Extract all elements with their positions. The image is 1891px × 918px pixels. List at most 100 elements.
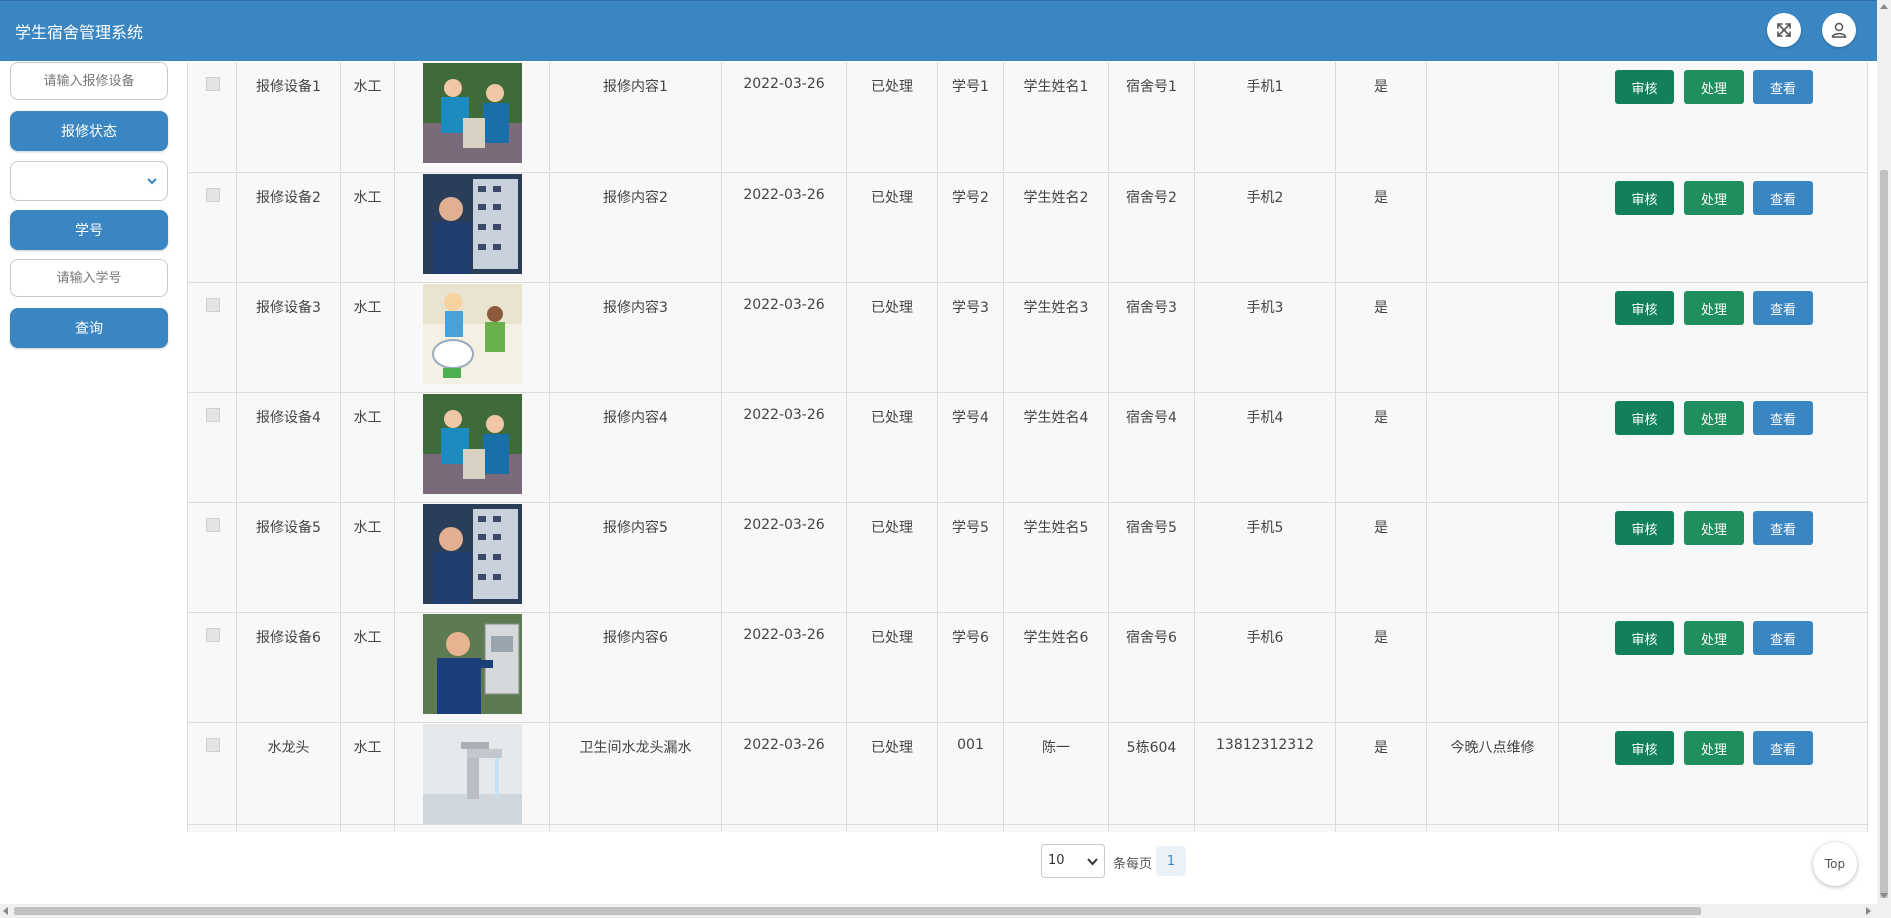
audit-button[interactable]: 审核 — [1615, 70, 1674, 104]
actions-cell: 审核 处理 查看 — [1559, 173, 1868, 282]
row-checkbox[interactable] — [206, 518, 220, 532]
wall-box-repair-photo[interactable] — [423, 614, 522, 714]
horizontal-scrollbar[interactable] — [0, 904, 1877, 918]
content-text: 卫生间水龙头漏水 — [579, 740, 692, 756]
horizontal-scroll-thumb[interactable] — [14, 907, 1701, 915]
student-no-input[interactable] — [10, 259, 168, 297]
worker-outdoor-photo[interactable] — [423, 394, 522, 494]
process-button[interactable]: 处理 — [1684, 621, 1744, 655]
audit-button[interactable]: 审核 — [1615, 181, 1674, 215]
process-button[interactable]: 处理 — [1684, 511, 1744, 545]
date-text: 2022-03-26 — [743, 517, 825, 533]
flag-cell: 是 — [1336, 393, 1427, 502]
scroll-down-icon[interactable] — [1880, 893, 1888, 898]
note-cell: 今晚八点维修 — [1427, 723, 1559, 832]
student-no-cell: 学号1 — [938, 62, 1004, 171]
row-checkbox[interactable] — [206, 408, 220, 422]
status-cell: 已处理 — [847, 723, 938, 832]
content-cell: 报修内容2 — [550, 173, 722, 282]
student-name-cell: 学生姓名5 — [1004, 503, 1109, 612]
process-button[interactable]: 处理 — [1684, 731, 1744, 765]
audit-button[interactable]: 审核 — [1615, 621, 1674, 655]
user-button[interactable] — [1822, 13, 1856, 47]
process-button[interactable]: 处理 — [1684, 70, 1744, 104]
view-button[interactable]: 查看 — [1753, 511, 1813, 545]
student-name-cell: 学生姓名4 — [1004, 393, 1109, 502]
equipment-cell: 报修设备6 — [237, 613, 341, 722]
row-checkbox[interactable] — [206, 188, 220, 202]
phone-cell: 手机1 — [1195, 62, 1336, 171]
audit-button[interactable]: 审核 — [1615, 401, 1674, 435]
equipment-cell: 报修设备3 — [237, 283, 341, 392]
status-text: 已处理 — [871, 190, 913, 206]
page-number-button[interactable]: 1 — [1156, 846, 1186, 876]
scroll-right-icon[interactable] — [1866, 907, 1871, 915]
electric-panel-photo[interactable] — [423, 504, 522, 604]
student-name-text: 学生姓名6 — [1023, 630, 1089, 646]
view-button[interactable]: 查看 — [1753, 70, 1813, 104]
repair-type-cell: 水工 — [341, 613, 395, 722]
student-no-cell: 学号4 — [938, 393, 1004, 502]
app-header: 学生宿舍管理系统 — [0, 0, 1877, 61]
student-no-cell: 学号2 — [938, 173, 1004, 282]
fullscreen-button[interactable] — [1767, 13, 1801, 47]
content-cell: 报修内容4 — [550, 393, 722, 502]
phone-text: 手机5 — [1246, 520, 1284, 536]
actions-cell: 审核 处理 查看 — [1559, 62, 1868, 171]
status-text: 已处理 — [871, 79, 913, 95]
status-text: 已处理 — [871, 410, 913, 426]
repair-type-cell: 水工 — [341, 62, 395, 171]
row-checkbox[interactable] — [206, 738, 220, 752]
electric-panel-photo[interactable] — [423, 174, 522, 274]
vertical-scrollbar[interactable] — [1877, 0, 1891, 918]
date-cell: 2022-03-26 — [722, 283, 847, 392]
audit-button[interactable]: 审核 — [1615, 511, 1674, 545]
view-button[interactable]: 查看 — [1753, 181, 1813, 215]
phone-cell: 手机3 — [1195, 283, 1336, 392]
audit-button[interactable]: 审核 — [1615, 291, 1674, 325]
scroll-up-icon[interactable] — [1880, 4, 1888, 9]
repair-type-cell: 水工 — [341, 393, 395, 502]
audit-button[interactable]: 审核 — [1615, 731, 1674, 765]
actions-cell: 审核 处理 查看 — [1559, 283, 1868, 392]
vertical-scroll-thumb[interactable] — [1880, 170, 1888, 898]
table-row: 水龙头 水工 卫生间水龙头漏水 2022-03-26 已处理 001 陈一 5栋604 1381… — [187, 722, 1868, 832]
image-cell — [395, 613, 550, 722]
equipment-cell: 报修设备2 — [237, 173, 341, 282]
row-checkbox[interactable] — [206, 77, 220, 91]
image-cell — [395, 503, 550, 612]
table-row: 报修设备3 水工 报修内容3 2022-03-26 已处理 学号3 学生姓名3 宿舍号3 手机3… — [187, 282, 1868, 392]
repair-type-text: 水工 — [353, 79, 382, 95]
row-checkbox[interactable] — [206, 298, 220, 312]
actions-cell: 审核 处理 查看 — [1559, 393, 1868, 502]
table-row: 报修设备1 水工 报修内容1 2022-03-26 已处理 学号1 学生姓名1 宿舍号1 手机1… — [187, 62, 1868, 171]
student-name-text: 学生姓名3 — [1023, 300, 1089, 316]
dorm-text: 宿舍号1 — [1126, 79, 1177, 95]
process-button[interactable]: 处理 — [1684, 401, 1744, 435]
worker-outdoor-photo[interactable] — [423, 63, 522, 163]
equipment-search-input[interactable] — [10, 62, 168, 100]
search-button[interactable]: 查询 — [10, 308, 168, 348]
equipment-cell: 水龙头 — [237, 723, 341, 832]
view-button[interactable]: 查看 — [1753, 731, 1813, 765]
phone-cell: 手机6 — [1195, 613, 1336, 722]
row-checkbox[interactable] — [206, 628, 220, 642]
student-no-cell: 学号6 — [938, 613, 1004, 722]
page-size-value: 10 — [1048, 853, 1065, 868]
faucet-photo[interactable] — [423, 724, 522, 824]
repair-status-select[interactable] — [10, 161, 168, 201]
flag-text: 是 — [1374, 740, 1388, 756]
dorm-text: 宿舍号6 — [1126, 630, 1177, 646]
process-button[interactable]: 处理 — [1684, 181, 1744, 215]
view-button[interactable]: 查看 — [1753, 291, 1813, 325]
back-to-top-button[interactable]: Top — [1813, 842, 1857, 886]
select-cell — [187, 503, 237, 612]
scroll-left-icon[interactable] — [3, 907, 8, 915]
page-size-select[interactable]: 10 — [1041, 844, 1105, 878]
view-button[interactable]: 查看 — [1753, 621, 1813, 655]
view-button[interactable]: 查看 — [1753, 401, 1813, 435]
plumber-cartoon[interactable] — [423, 284, 522, 384]
process-button[interactable]: 处理 — [1684, 291, 1744, 325]
image-cell — [395, 283, 550, 392]
flag-cell: 是 — [1336, 503, 1427, 612]
